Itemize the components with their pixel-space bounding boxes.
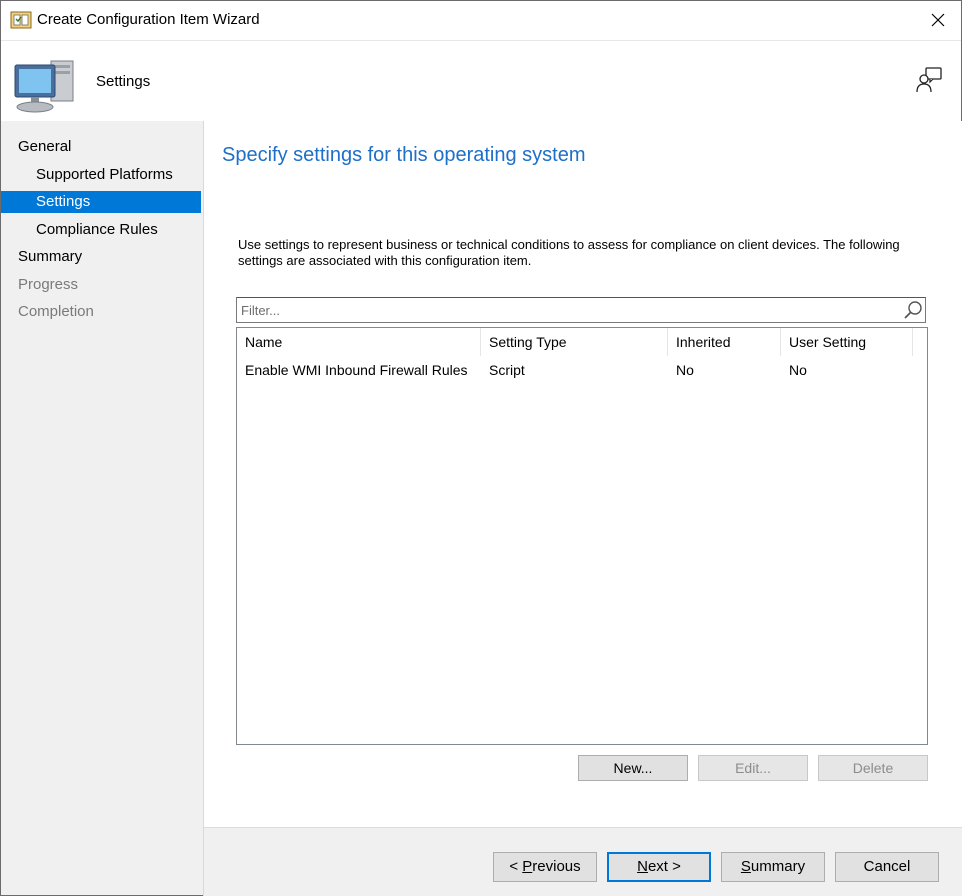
previous-prefix: <: [509, 858, 523, 875]
wizard-window: Create Configuration Item Wizard Setting…: [0, 0, 962, 896]
title-bar: Create Configuration Item Wizard: [1, 1, 961, 39]
close-icon: [931, 13, 945, 27]
next-label-rest: ext >: [647, 858, 681, 875]
summary-accesskey: S: [740, 858, 751, 875]
edit-button[interactable]: Edit...: [698, 755, 808, 781]
filter-input[interactable]: [241, 301, 901, 319]
nav-item-completion: Completion: [18, 303, 94, 320]
summary-button[interactable]: Summary: [721, 852, 825, 882]
page-title: Specify settings for this operating syst…: [222, 144, 586, 166]
wizard-footer: < Previous Next > Summary Cancel: [203, 827, 962, 896]
wizard-nav: General Supported Platforms Settings Com…: [1, 121, 203, 895]
page-description: Use settings to represent business or te…: [238, 237, 900, 268]
new-button[interactable]: New...: [578, 755, 688, 781]
cancel-button[interactable]: Cancel: [835, 852, 939, 882]
search-icon[interactable]: [903, 300, 923, 320]
column-header-name[interactable]: Name: [237, 328, 481, 356]
previous-label-rest: revious: [532, 858, 581, 875]
step-title: Settings: [96, 73, 151, 90]
nav-item-progress: Progress: [18, 276, 79, 293]
column-header-setting-type[interactable]: Setting Type: [481, 328, 668, 356]
cell-user-setting: No: [789, 362, 807, 378]
nav-item-settings[interactable]: Settings: [1, 191, 201, 213]
computer-icon: [14, 60, 74, 113]
window-title: Create Configuration Item Wizard: [37, 11, 260, 28]
wizard-header: Settings: [1, 40, 961, 122]
filter-box[interactable]: [236, 297, 926, 323]
content-pane: Specify settings for this operating syst…: [203, 121, 962, 827]
delete-button[interactable]: Delete: [818, 755, 928, 781]
next-button[interactable]: Next >: [607, 852, 711, 882]
settings-list[interactable]: Name Setting Type Inherited User Setting…: [236, 327, 928, 745]
close-button[interactable]: [915, 1, 961, 39]
previous-accesskey: P: [522, 858, 533, 875]
column-header-user-setting[interactable]: User Setting: [781, 328, 913, 356]
nav-item-supported-platforms[interactable]: Supported Platforms: [1, 164, 201, 186]
cell-inherited: No: [676, 362, 694, 378]
previous-button[interactable]: < Previous: [493, 852, 597, 882]
help-person-icon[interactable]: [915, 66, 943, 94]
next-accesskey: N: [637, 858, 648, 875]
nav-item-summary[interactable]: Summary: [1, 246, 201, 268]
nav-item-compliance-rules[interactable]: Compliance Rules: [1, 219, 201, 241]
cell-setting-type: Script: [489, 362, 525, 378]
wizard-app-icon: [10, 11, 32, 29]
column-header-inherited[interactable]: Inherited: [668, 328, 781, 356]
summary-label-rest: ummary: [750, 858, 806, 875]
nav-item-general[interactable]: General: [1, 136, 201, 158]
cell-name: Enable WMI Inbound Firewall Rules: [245, 362, 468, 378]
